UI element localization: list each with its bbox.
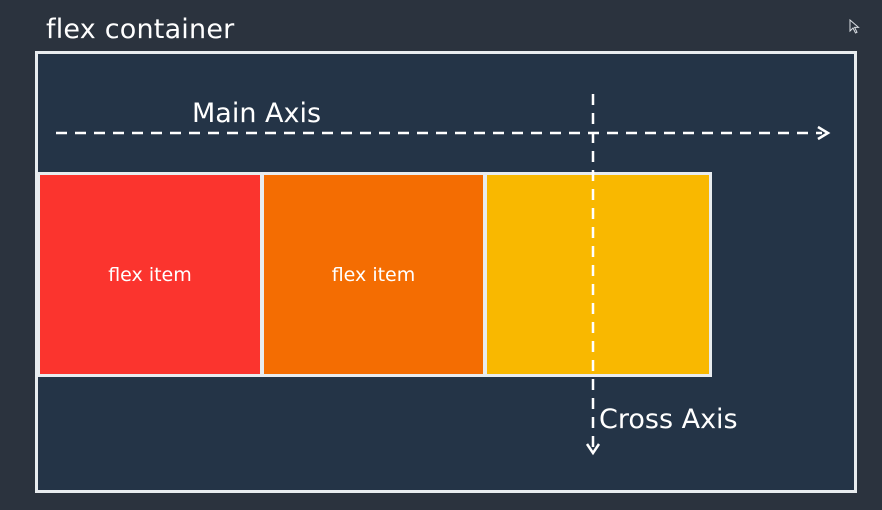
flex-item-2-label: flex item (331, 263, 416, 286)
flex-item-1-label: flex item (108, 263, 192, 286)
mouse-pointer-icon (849, 19, 860, 34)
flex-item-3 (487, 175, 709, 374)
flex-item-1: flex item (40, 175, 260, 374)
cross-axis-label: Cross Axis (599, 404, 738, 435)
flex-item-2: flex item (264, 175, 483, 374)
main-axis-label: Main Axis (192, 98, 322, 129)
flex-items-row: flex item flex item (37, 172, 712, 377)
flexbox-diagram: flex container flex item flex item Main … (0, 0, 882, 510)
container-title: flex container (46, 14, 235, 45)
